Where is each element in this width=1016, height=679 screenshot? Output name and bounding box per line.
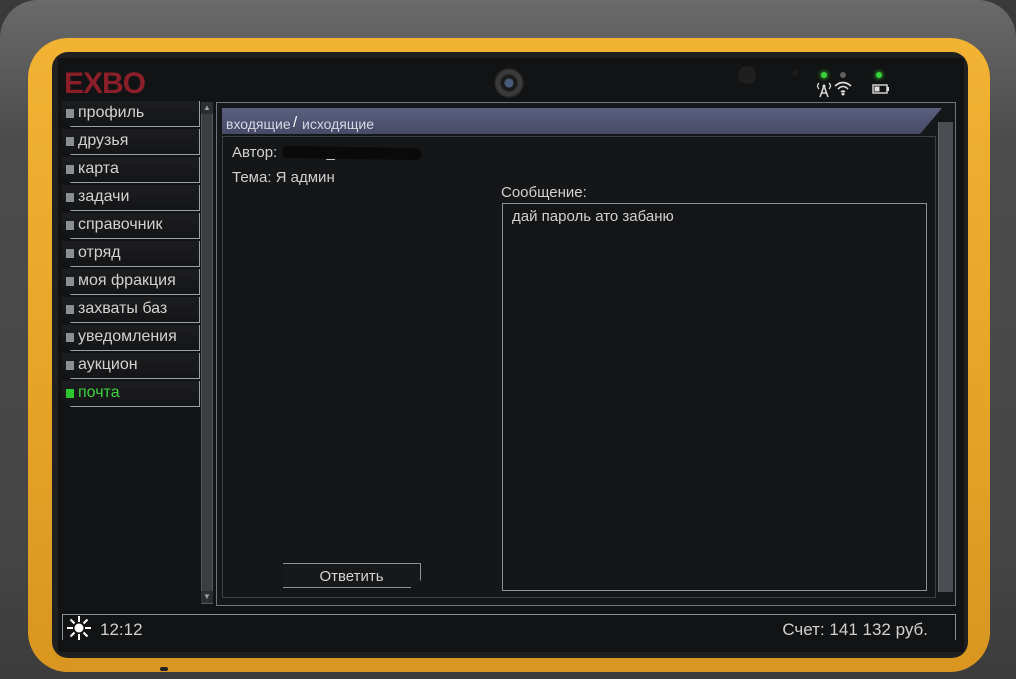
sidebar-item-profile[interactable]: профиль	[62, 101, 200, 127]
wifi-icon	[834, 81, 852, 96]
sidebar-item-label: задачи	[78, 188, 130, 205]
battery-led	[876, 72, 882, 78]
tab-separator: /	[293, 114, 298, 131]
sidebar-item-base-captures[interactable]: захваты баз	[62, 297, 200, 323]
sidebar-item-label: захваты баз	[78, 300, 168, 317]
sidebar-item-label: карта	[78, 160, 119, 177]
sidebar-item-label: аукцион	[78, 356, 138, 373]
sidebar-item-mail[interactable]: почта	[62, 381, 200, 407]
camera-lens	[494, 68, 524, 98]
account-balance: Счет: 141 132 руб.	[782, 620, 928, 639]
reply-button-underline	[283, 587, 411, 588]
svg-text:EXBO: EXBO	[64, 67, 146, 100]
battery-icon	[872, 84, 889, 94]
content-scrollbar[interactable]	[938, 122, 953, 592]
sidebar-item-label: почта	[78, 384, 120, 401]
sidebar-item-friends[interactable]: друзья	[62, 129, 200, 155]
sidebar-item-tasks[interactable]: задачи	[62, 185, 200, 211]
signal-led	[821, 72, 827, 78]
clock: 12:12	[100, 620, 143, 639]
brand-logo: EXBO	[64, 67, 147, 100]
sidebar-item-map[interactable]: карта	[62, 157, 200, 183]
sidebar-item-label: справочник	[78, 216, 163, 233]
proximity-sensor	[792, 70, 798, 76]
sidebar-item-label: отряд	[78, 244, 121, 261]
sidebar-item-squad[interactable]: отряд	[62, 241, 200, 267]
sidebar-item-label: уведомления	[78, 328, 177, 345]
message-label: Сообщение:	[501, 184, 587, 201]
reply-button[interactable]: Ответить	[283, 563, 421, 588]
subject-label: Тема: Я админ	[232, 169, 335, 186]
redaction-mark	[281, 145, 423, 161]
tab-outbox[interactable]: исходящие	[302, 116, 374, 132]
sidebar-item-label: друзья	[78, 132, 129, 149]
sidebar-item-label: моя фракция	[78, 272, 176, 289]
sidebar-item-label: профиль	[78, 104, 145, 121]
message-text: дай пароль ато забаню	[512, 208, 674, 225]
message-box[interactable]	[502, 203, 927, 591]
author-label: Автор:	[232, 144, 278, 161]
sun-icon	[67, 616, 91, 640]
signal-icon	[816, 82, 832, 98]
scroll-up-icon[interactable]: ▲	[201, 102, 213, 114]
wifi-led	[840, 72, 846, 78]
microphone-hole	[160, 667, 168, 671]
sidebar-item-reference[interactable]: справочник	[62, 213, 200, 239]
scroll-down-icon[interactable]: ▼	[201, 591, 213, 603]
tab-inbox[interactable]: входящие	[226, 116, 291, 132]
sidebar-item-faction[interactable]: моя фракция	[62, 269, 200, 295]
sidebar-item-auction[interactable]: аукцион	[62, 353, 200, 379]
light-sensor	[738, 66, 756, 84]
sidebar-scrollbar[interactable]	[201, 102, 213, 604]
sidebar-item-notifications[interactable]: уведомления	[62, 325, 200, 351]
